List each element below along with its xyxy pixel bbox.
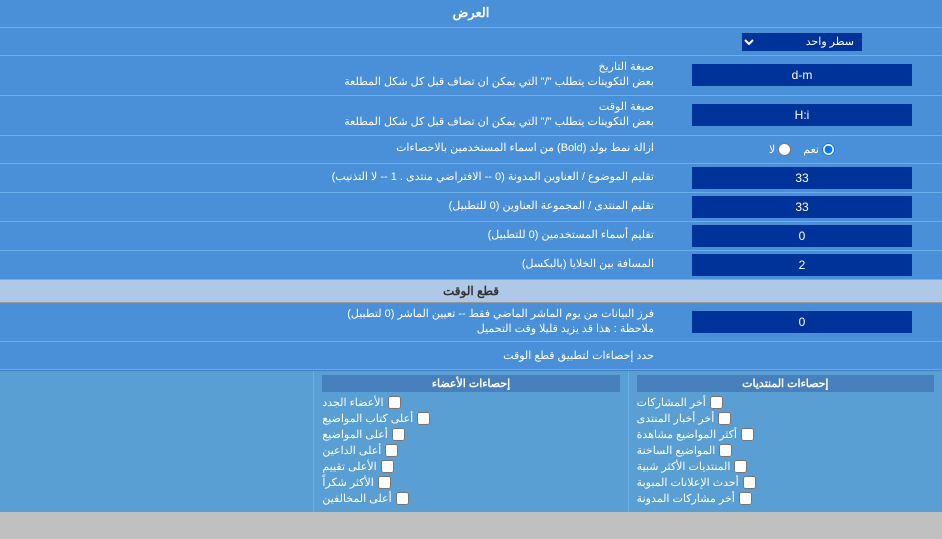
date-format-row: صيغة التاريخ بعض التكوينات يتطلب "/" الت… [0, 56, 942, 96]
forum-order-input[interactable] [692, 196, 912, 218]
col-divider2 [313, 371, 314, 512]
checkbox-col2-5[interactable] [378, 476, 391, 489]
bold-yes-radio[interactable] [822, 143, 835, 156]
gap-row: المسافة بين الخلايا (بالبكسل) [0, 251, 942, 280]
gap-label: المسافة بين الخلايا (بالبكسل) [0, 253, 662, 276]
cutoff-value-label: فرز البيانات من يوم الماشر الماضي فقط --… [0, 303, 662, 342]
limit-input-area [662, 353, 942, 359]
usernames-trim-label: تقليم أسماء المستخدمين (0 للتطبيل) [0, 224, 662, 247]
time-format-label: صيغة الوقت بعض التكوينات يتطلب "/" التي … [0, 96, 662, 135]
bold-remove-input-area: نعم لا [662, 137, 942, 162]
col1-title: إحصاءات المنتديات [637, 375, 934, 392]
checkbox-col2-3[interactable] [385, 444, 398, 457]
checkbox-col1-4[interactable] [734, 460, 747, 473]
col-divider [628, 371, 629, 512]
cutoff-value-input[interactable] [692, 311, 912, 333]
display-mode-input-area: سطر واحد [662, 30, 942, 54]
limit-label: حدد إحصاءات لتطبيق قطع الوقت [0, 345, 662, 366]
checkbox-col2-4[interactable] [381, 460, 394, 473]
display-mode-text [0, 38, 662, 46]
bold-radio-group: نعم لا [763, 140, 841, 159]
col3-section [0, 371, 313, 512]
time-format-input-area [662, 101, 942, 129]
cutoff-value-input-area [662, 308, 942, 336]
checkbox-item-col2-5: الأكثر شكراً [322, 476, 619, 489]
checkbox-item-col2-4: الأعلى تقييم [322, 460, 619, 473]
checkbox-col2-1[interactable] [417, 412, 430, 425]
checkbox-item-col2-0: الأعضاء الجدد [322, 396, 619, 409]
checkbox-item-col1-5: أحدث الإعلانات المبوبة [637, 476, 934, 489]
date-format-input-area [662, 61, 942, 89]
col1-section: إحصاءات المنتديات أخر المشاركات أخر أخبا… [629, 371, 942, 512]
cutoff-section-header: قطع الوقت [0, 280, 942, 303]
limit-row: حدد إحصاءات لتطبيق قطع الوقت [0, 342, 942, 370]
forum-order-input-area [662, 193, 942, 221]
checkbox-item-col1-6: أخر مشاركات المدونة [637, 492, 934, 505]
usernames-trim-row: تقليم أسماء المستخدمين (0 للتطبيل) [0, 222, 942, 251]
time-format-input[interactable] [692, 104, 912, 126]
checkboxes-area: إحصاءات المنتديات أخر المشاركات أخر أخبا… [0, 370, 942, 512]
title-label: العرض [0, 0, 942, 26]
bold-remove-row: نعم لا ازالة نمط بولد (Bold) من اسماء ال… [0, 136, 942, 164]
col2-section: إحصاءات الأعضاء الأعضاء الجدد أعلى كتاب … [314, 371, 627, 512]
checkbox-col1-6[interactable] [739, 492, 752, 505]
topics-order-row: تقليم الموضوع / العناوين المدونة (0 -- ا… [0, 164, 942, 193]
checkbox-col1-1[interactable] [718, 412, 731, 425]
forum-order-row: تقليم المنتدى / المجموعة العناوين (0 للت… [0, 193, 942, 222]
topics-order-label: تقليم الموضوع / العناوين المدونة (0 -- ا… [0, 166, 662, 189]
checkbox-item-col2-6: أعلى المخالفين [322, 492, 619, 505]
checkbox-item-col1-2: أكثر المواضيع مشاهدة [637, 428, 934, 441]
checkbox-col1-5[interactable] [743, 476, 756, 489]
checkbox-col2-0[interactable] [388, 396, 401, 409]
title-row: العرض [0, 0, 942, 28]
date-format-input[interactable] [692, 64, 912, 86]
bold-remove-label: ازالة نمط بولد (Bold) من اسماء المستخدمي… [0, 137, 662, 160]
checkbox-col2-2[interactable] [392, 428, 405, 441]
gap-input-area [662, 251, 942, 279]
checkbox-col1-2[interactable] [741, 428, 754, 441]
bold-no-label[interactable]: لا [769, 143, 791, 156]
usernames-trim-input[interactable] [692, 225, 912, 247]
checkbox-col1-3[interactable] [719, 444, 732, 457]
date-format-label: صيغة التاريخ بعض التكوينات يتطلب "/" الت… [0, 56, 662, 95]
display-mode-select[interactable]: سطر واحد [742, 33, 862, 51]
bold-no-radio[interactable] [778, 143, 791, 156]
bold-yes-label[interactable]: نعم [803, 143, 835, 156]
checkbox-item-col1-4: المنتديات الأكثر شبية [637, 460, 934, 473]
main-container: العرض سطر واحد display-mode صيغة التاريخ… [0, 0, 942, 512]
checkbox-item-col2-3: أعلى الداعين [322, 444, 619, 457]
checkbox-col2-6[interactable] [396, 492, 409, 505]
col2-title: إحصاءات الأعضاء [322, 375, 619, 392]
checkbox-item-col1-0: أخر المشاركات [637, 396, 934, 409]
forum-order-label: تقليم المنتدى / المجموعة العناوين (0 للت… [0, 195, 662, 218]
time-format-row: صيغة الوقت بعض التكوينات يتطلب "/" التي … [0, 96, 942, 136]
checkbox-col1-0[interactable] [710, 396, 723, 409]
cutoff-value-row: فرز البيانات من يوم الماشر الماضي فقط --… [0, 303, 942, 343]
usernames-trim-input-area [662, 222, 942, 250]
topics-order-input[interactable] [692, 167, 912, 189]
topics-order-input-area [662, 164, 942, 192]
checkbox-item-col2-1: أعلى كتاب المواضيع [322, 412, 619, 425]
checkbox-item-col1-1: أخر أخبار المنتدى [637, 412, 934, 425]
gap-input[interactable] [692, 254, 912, 276]
checkbox-item-col1-3: المواضيع الساخنة [637, 444, 934, 457]
checkbox-item-col2-2: أعلى المواضيع [322, 428, 619, 441]
display-mode-row: سطر واحد display-mode [0, 28, 942, 56]
